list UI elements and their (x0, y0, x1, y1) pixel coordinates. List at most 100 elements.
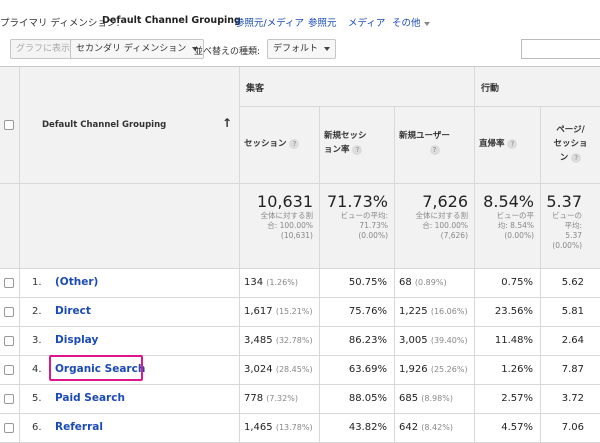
new-sessions-rate-column-header[interactable]: 新規セッシ ョン率 ? (320, 107, 395, 184)
bounce-rate-value: 11.48% (494, 335, 533, 346)
row-sessions-cell: 1,617 (15.21%) (240, 298, 320, 327)
bounce-rate-column-header[interactable]: 直帰率 ? (475, 107, 541, 184)
new-sessions-rate-value: 88.05% (348, 393, 387, 404)
sort-arrow-icon: ↑ (222, 116, 233, 130)
row-checkbox[interactable] (4, 365, 14, 375)
row-select-cell (0, 327, 20, 356)
row-bounce-rate-cell: 4.57% (475, 414, 541, 443)
channel-link[interactable]: Display (55, 334, 98, 346)
new-users-value: 685 (399, 393, 419, 404)
row-bounce-rate-cell: 1.26% (475, 356, 541, 385)
channel-link[interactable]: Direct (55, 305, 91, 317)
new-users-percent: (25.26%) (430, 365, 468, 374)
row-number: 4. (32, 364, 42, 375)
row-bounce-rate-cell: 0.75% (475, 269, 541, 298)
chevron-down-icon (324, 46, 331, 51)
select-all-checkbox[interactable] (4, 120, 14, 130)
new-users-percent: (16.06%) (430, 307, 468, 316)
dimension-column-header[interactable]: Default Channel Grouping ↑ (20, 67, 240, 184)
row-pages-per-session-cell: 7.87 (541, 356, 600, 385)
row-checkbox[interactable] (4, 278, 14, 288)
row-new-users-cell: 68 (0.89%) (395, 269, 475, 298)
row-checkbox[interactable] (4, 336, 14, 346)
row-select-cell (0, 269, 20, 298)
row-dimension-cell: 2. Direct (20, 298, 240, 327)
new-users-value: 1,225 (399, 306, 428, 317)
select-all-header (0, 67, 20, 184)
new-sessions-rate-value: 43.82% (348, 422, 387, 433)
pages-per-session-value: 2.64 (561, 335, 584, 346)
table-search-input[interactable] (521, 39, 600, 59)
sort-type-dropdown[interactable]: デフォルト (267, 39, 337, 59)
sessions-percent: (28.45%) (275, 365, 313, 374)
row-bounce-rate-cell: 23.56% (475, 298, 541, 327)
secondary-dimension-dropdown[interactable]: セカンダリ ディメンション (70, 39, 205, 59)
sessions-value: 134 (244, 277, 264, 288)
bounce-rate-value: 2.57% (501, 393, 533, 404)
row-new-users-cell: 1,225 (16.06%) (395, 298, 475, 327)
dimension-link-other[interactable]: その他 (392, 15, 430, 29)
sessions-value: 3,024 (244, 364, 273, 375)
sort-type-label: 並べ替えの種類: (194, 47, 261, 57)
new-sessions-rate-value: 50.75% (348, 277, 387, 288)
dimension-link-medium[interactable]: メディア (348, 15, 385, 29)
new-users-column-header[interactable]: 新規ユーザー ? (395, 107, 475, 184)
sessions-percent: (1.26%) (266, 278, 298, 287)
row-new-sessions-rate-cell: 88.05% (320, 385, 395, 414)
row-checkbox[interactable] (4, 394, 14, 404)
pages-per-session-value: 7.87 (561, 364, 584, 375)
new-users-percent: (0.89%) (414, 278, 447, 287)
primary-dimension-current: Default Channel Grouping (102, 15, 241, 26)
row-pages-per-session-cell: 3.72 (541, 385, 600, 414)
bounce-rate-value: 1.26% (501, 364, 533, 375)
row-select-cell (0, 385, 20, 414)
row-bounce-rate-cell: 11.48% (475, 327, 541, 356)
row-new-users-cell: 3,005 (39.40%) (395, 327, 475, 356)
new-users-percent: (8.98%) (421, 394, 453, 403)
help-icon[interactable]: ? (571, 152, 582, 163)
sessions-percent: (7.32%) (266, 394, 298, 403)
row-sessions-cell: 1,465 (13.78%) (240, 414, 320, 443)
help-icon[interactable]: ? (352, 144, 363, 155)
channel-link[interactable]: Referral (55, 421, 103, 433)
row-checkbox[interactable] (4, 423, 14, 433)
total-pages-per-session: 5.37 ビューの 平均: 5.37 (0.00%) (541, 184, 600, 269)
behavior-group-header: 行動 (475, 67, 600, 107)
row-number: 2. (32, 306, 42, 317)
plot-rows-button[interactable]: グラフに表示 (10, 39, 77, 59)
row-new-users-cell: 642 (8.42%) (395, 414, 475, 443)
help-icon[interactable]: ? (429, 144, 440, 155)
row-pages-per-session-cell: 5.62 (541, 269, 600, 298)
row-sessions-cell: 3,024 (28.45%) (240, 356, 320, 385)
row-pages-per-session-cell: 7.06 (541, 414, 600, 443)
organic-search-highlight (49, 355, 143, 381)
new-users-percent: (8.42%) (421, 423, 453, 432)
channel-link[interactable]: Paid Search (55, 392, 125, 404)
total-new-sessions-rate: 71.73% ビューの平均: 71.73% (0.00%) (320, 184, 395, 269)
new-sessions-rate-value: 86.23% (348, 335, 387, 346)
row-new-sessions-rate-cell: 50.75% (320, 269, 395, 298)
sessions-value: 3,485 (244, 335, 273, 346)
new-users-value: 3,005 (399, 335, 428, 346)
row-number: 1. (32, 277, 42, 288)
sessions-column-header[interactable]: セッション ? (240, 107, 320, 184)
dimension-link-source[interactable]: 参照元 (308, 15, 337, 29)
new-users-value: 68 (399, 277, 412, 288)
pages-per-session-column-header[interactable]: ページ/ セッショ ン ? (541, 107, 600, 184)
help-icon[interactable]: ? (507, 138, 518, 149)
row-new-sessions-rate-cell: 75.76% (320, 298, 395, 327)
sessions-value: 778 (244, 393, 264, 404)
help-icon[interactable]: ? (289, 138, 300, 149)
sessions-value: 1,465 (244, 422, 273, 433)
row-sessions-cell: 134 (1.26%) (240, 269, 320, 298)
dimension-header-label: Default Channel Grouping (42, 120, 167, 130)
dimension-link-source-medium[interactable]: 参照元/メディア (235, 15, 304, 29)
total-bounce-rate: 8.54% ビューの平 均: 8.54% (0.00%) (475, 184, 541, 269)
row-pages-per-session-cell: 5.81 (541, 298, 600, 327)
bounce-rate-value: 0.75% (501, 277, 533, 288)
row-sessions-cell: 3,485 (32.78%) (240, 327, 320, 356)
bounce-rate-value: 4.57% (501, 422, 533, 433)
chevron-down-icon (423, 21, 430, 26)
row-checkbox[interactable] (4, 307, 14, 317)
channel-link[interactable]: (Other) (55, 276, 98, 288)
